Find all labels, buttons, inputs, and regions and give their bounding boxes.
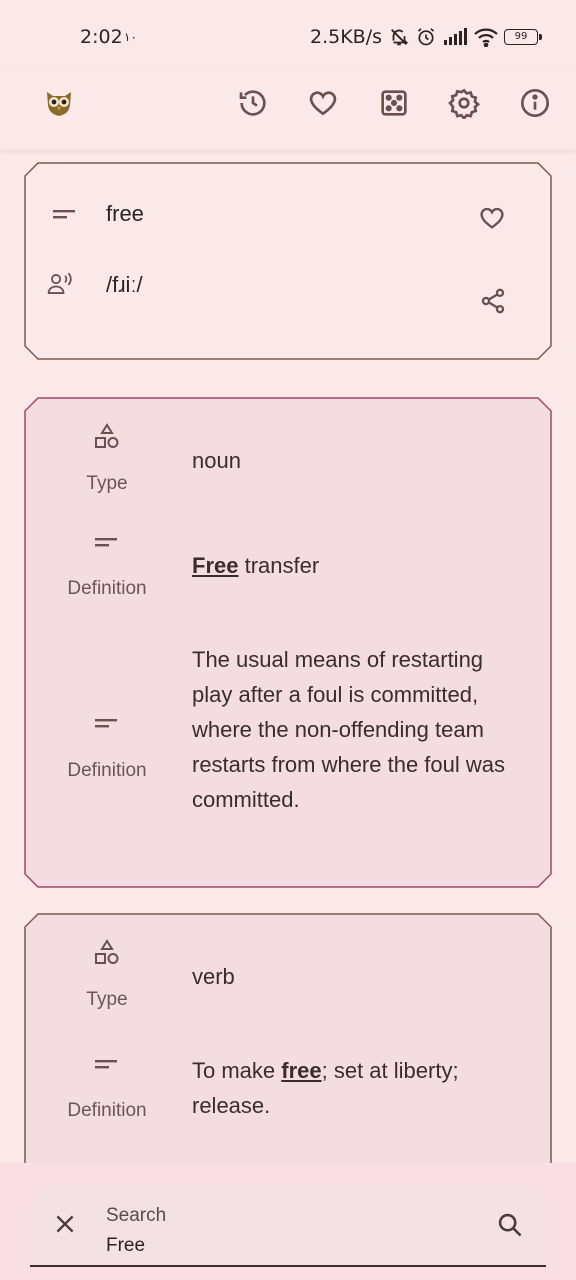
short-text-icon [93,528,121,556]
definition-bold-word: Free [192,553,239,578]
battery-icon: 99 [504,29,543,45]
net-speed: 2.5KB/s [310,26,383,48]
word-card-border [24,162,552,360]
word-text: free [106,201,144,226]
signal-icon [442,28,468,46]
info-icon[interactable] [518,86,552,120]
search-bar: Search Free [0,1163,576,1280]
share-icon[interactable] [479,287,507,315]
definition-bold-word: free [281,1058,322,1083]
definition-text: Free transfer [192,548,319,583]
definition-label: Definition [67,1100,147,1121]
definition-rest: transfer [238,553,320,578]
wifi-icon [474,27,498,47]
search-input[interactable]: Search Free [30,1185,546,1267]
pronunciation-text: /fɹiː/ [106,272,143,297]
search-icon[interactable] [496,1211,524,1244]
favorite-icon[interactable] [306,86,340,120]
word-favorite-icon[interactable] [478,204,506,232]
shapes-icon [93,938,121,966]
short-text-icon [93,1050,121,1078]
definition-label: Definition [67,578,147,599]
type-label: Type [86,989,128,1010]
settings-icon[interactable] [447,86,481,120]
dice-icon[interactable] [377,86,411,120]
mute-icon [388,26,410,48]
search-label: Search [106,1205,167,1226]
status-icons: 2.5KB/s 99 [310,26,543,48]
app-bar [0,70,576,150]
short-text-icon [93,709,121,737]
type-value: verb [192,964,235,989]
definition-label: Definition [67,760,147,781]
status-extra: ۱۰ [124,30,137,44]
status-bar: 2:02 ۱۰ 2.5KB/s 99 [0,0,576,70]
definition-text: To make free; set at liberty; release. [192,1053,522,1123]
definition-text: The usual means of restarting play after… [192,647,506,812]
alarm-icon [416,27,436,47]
status-time: 2:02 [80,26,123,48]
pronunciation-icon[interactable] [47,270,75,298]
owl-logo-icon [42,86,76,120]
definition-prefix: To make [192,1058,282,1083]
type-value: noun [192,448,241,473]
short-text-icon [51,200,79,228]
type-label: Type [86,473,128,494]
close-icon[interactable] [52,1211,78,1242]
history-icon[interactable] [236,86,270,120]
search-value: Free [106,1235,146,1256]
shapes-icon [93,422,121,450]
